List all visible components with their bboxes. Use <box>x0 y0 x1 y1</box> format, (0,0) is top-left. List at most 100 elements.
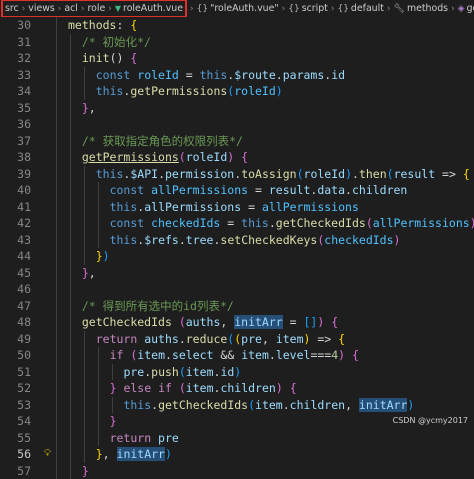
indent-guide <box>56 17 57 479</box>
code-line-45[interactable]: 45}, <box>0 265 474 282</box>
code-text: /* 获取指定角色的权限列表*/ <box>82 133 243 150</box>
line-number: 39 <box>0 166 31 183</box>
line-number: 51 <box>0 364 31 381</box>
code-line-52[interactable]: 52} else if (item.children) { <box>0 380 474 397</box>
indent-guide <box>84 331 85 463</box>
braces-icon: {} <box>337 4 348 14</box>
breadcrumb-item-acl[interactable]: acl <box>64 3 78 14</box>
chevron-right-icon: › <box>108 4 112 14</box>
chevron-right-icon: › <box>22 4 26 14</box>
line-number: 30 <box>0 17 31 34</box>
code-line-44[interactable]: 44}) <box>0 248 474 265</box>
indent-guide <box>98 347 99 446</box>
breadcrumb-item-role[interactable]: role <box>88 3 106 14</box>
line-number: 46 <box>0 281 31 298</box>
lightbulb-icon[interactable]: 💡︎ <box>44 446 51 463</box>
code-line-51[interactable]: 51pre.push(item.id) <box>0 364 474 381</box>
breadcrumb-item-methods[interactable]: methods <box>407 3 448 14</box>
breadcrumb-item-file[interactable]: roleAuth.vue <box>123 3 183 14</box>
code-text: const roleId = this.$route.params.id <box>96 67 345 84</box>
indent-guide <box>70 34 71 479</box>
code-text: getPermissions(roleId) { <box>82 149 248 166</box>
code-line-35[interactable]: 35}, <box>0 100 474 117</box>
code-text: this.getPermissions(roleId) <box>96 83 283 100</box>
breadcrumb-item-default[interactable]: default <box>351 3 384 14</box>
code-line-41[interactable]: 41 this.allPermissions = allPermissions <box>0 199 474 216</box>
code-line-55[interactable]: 55 return pre <box>0 430 474 447</box>
code-line-30[interactable]: 30methods: { <box>0 17 474 34</box>
code-line-57[interactable]: 57} <box>0 463 474 479</box>
breadcrumb-item-views[interactable]: views <box>28 3 54 14</box>
line-number: 55 <box>0 430 31 447</box>
line-number: 35 <box>0 100 31 117</box>
indent-guide <box>84 166 85 265</box>
code-line-42[interactable]: 42const checkedIds = this.getCheckedIds(… <box>0 215 474 232</box>
line-number: 31 <box>0 34 31 51</box>
breadcrumb-item-script[interactable]: script <box>302 3 328 14</box>
code-line-37[interactable]: 37/* 获取指定角色的权限列表*/ <box>0 133 474 150</box>
line-number: 47 <box>0 298 31 315</box>
braces-icon: {} <box>288 4 299 14</box>
line-number: 32 <box>0 50 31 67</box>
line-number: 50 <box>0 347 31 364</box>
breadcrumb-item-module[interactable]: "roleAuth.vue" <box>210 3 279 14</box>
code-line-53[interactable]: 53this.getCheckedIds(item.children, init… <box>0 397 474 414</box>
code-line-31[interactable]: 31 /* 初始化*/ <box>0 34 474 51</box>
line-number: 49 <box>0 331 31 348</box>
line-number: 57 <box>0 463 31 479</box>
code-line-43[interactable]: 43this.$refs.tree.setCheckedKeys(checked… <box>0 232 474 249</box>
chevron-right-icon: › <box>387 4 391 14</box>
code-line-36[interactable]: 36 <box>0 116 474 133</box>
code-text: return pre <box>110 430 179 447</box>
code-line-49[interactable]: 49 return auths.reduce((pre, item) => { <box>0 331 474 348</box>
code-line-38[interactable]: 38getPermissions(roleId) { <box>0 149 474 166</box>
cube-icon: ◈ <box>458 4 465 14</box>
code-text: }, <box>82 100 96 117</box>
code-text: } else if (item.children) { <box>110 380 297 397</box>
breadcrumb: src › views › acl › role › ▼ roleAuth.vu… <box>0 0 474 17</box>
code-text: this.allPermissions = allPermissions <box>110 199 359 216</box>
code-text: /* 初始化*/ <box>82 34 151 51</box>
line-number: 43 <box>0 232 31 249</box>
indent-guide <box>84 67 85 100</box>
code-line-47[interactable]: 47 /* 得到所有选中的id列表*/ <box>0 298 474 315</box>
code-text: const allPermissions = result.data.child… <box>110 182 408 199</box>
code-line-33[interactable]: 33 const roleId = this.$route.params.id <box>0 67 474 84</box>
breadcrumb-item-src[interactable]: src <box>5 3 19 14</box>
chevron-right-icon: › <box>58 4 62 14</box>
line-number: 45 <box>0 265 31 282</box>
indent-guide <box>112 364 113 381</box>
code-text: }, <box>82 265 96 282</box>
breadcrumb-item-getcheckedids[interactable]: getCheckedIds <box>467 3 474 14</box>
code-line-46[interactable]: 46 <box>0 281 474 298</box>
line-number: 40 <box>0 182 31 199</box>
code-text: this.$API.permission.toAssign(roleId).th… <box>96 166 470 183</box>
code-text: return auths.reduce((pre, item) => { <box>96 331 345 348</box>
code-text: } <box>82 463 89 479</box>
code-line-32[interactable]: 32init() { <box>0 50 474 67</box>
code-line-40[interactable]: 40 const allPermissions = result.data.chi… <box>0 182 474 199</box>
code-editor[interactable]: 30methods: {31 /* 初始化*/32init() {33 const … <box>0 17 474 430</box>
line-number: 42 <box>0 215 31 232</box>
code-text: }, initArr) <box>96 446 172 463</box>
code-line-39[interactable]: 39 this.$API.permission.toAssign(roleId).… <box>0 166 474 183</box>
line-number: 36 <box>0 116 31 133</box>
code-text: } <box>110 413 117 430</box>
chevron-right-icon: › <box>81 4 85 14</box>
code-line-48[interactable]: 48getCheckedIds (auths, initArr = []) { <box>0 314 474 331</box>
code-text: /* 得到所有选中的id列表*/ <box>82 298 234 315</box>
vue-file-icon: ▼ <box>115 4 121 13</box>
code-text: this.getCheckedIds(item.children, initAr… <box>123 397 414 414</box>
code-line-34[interactable]: 34this.getPermissions(roleId) <box>0 83 474 100</box>
line-number: 33 <box>0 67 31 84</box>
line-number: 41 <box>0 199 31 216</box>
code-text: getCheckedIds (auths, initArr = []) { <box>82 314 338 331</box>
code-line-50[interactable]: 50if (item.select && item.level===4) { <box>0 347 474 364</box>
indent-guide <box>98 182 99 248</box>
code-text: }) <box>96 248 110 265</box>
line-number: 56 <box>0 446 31 463</box>
code-line-56[interactable]: 56 💡︎ }, initArr) <box>0 446 474 463</box>
braces-icon: {} <box>197 4 208 14</box>
chevron-right-icon: › <box>282 4 286 14</box>
line-number: 54 <box>0 413 31 430</box>
